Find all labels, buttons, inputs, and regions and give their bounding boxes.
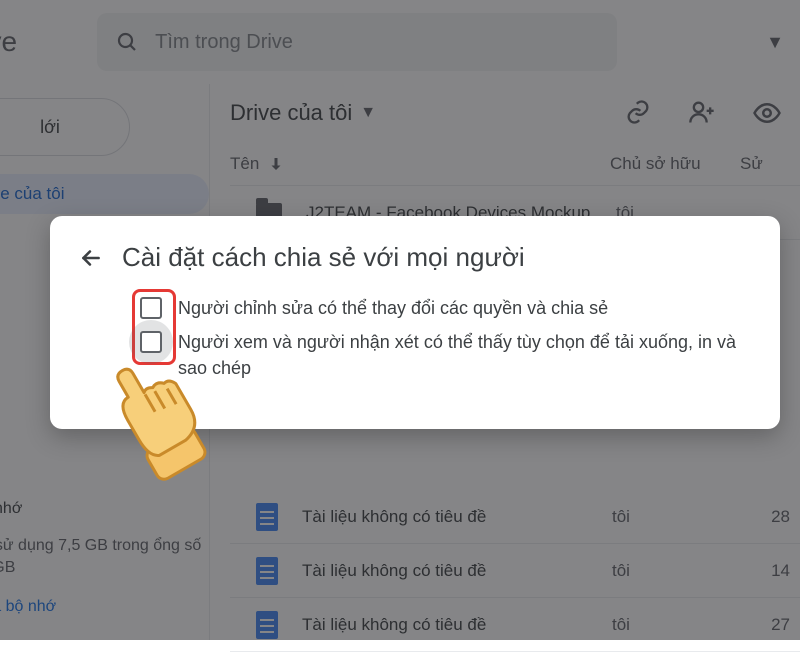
option-row-editors[interactable]: Người chỉnh sửa có thể thay đổi các quyề…	[140, 295, 752, 321]
back-arrow-icon[interactable]	[78, 245, 104, 271]
share-settings-modal: Cài đặt cách chia sẻ với mọi người Người…	[50, 216, 780, 429]
checkbox-editors[interactable]	[140, 297, 162, 319]
modal-title: Cài đặt cách chia sẻ với mọi người	[122, 242, 525, 273]
option-label: Người xem và người nhận xét có thể thấy …	[178, 329, 752, 381]
option-label: Người chỉnh sửa có thể thay đổi các quyề…	[178, 295, 608, 321]
modal-options: Người chỉnh sửa có thể thay đổi các quyề…	[78, 295, 752, 381]
checkbox-viewers[interactable]	[140, 331, 162, 353]
option-row-viewers[interactable]: Người xem và người nhận xét có thể thấy …	[140, 329, 752, 381]
modal-header: Cài đặt cách chia sẻ với mọi người	[78, 242, 752, 273]
